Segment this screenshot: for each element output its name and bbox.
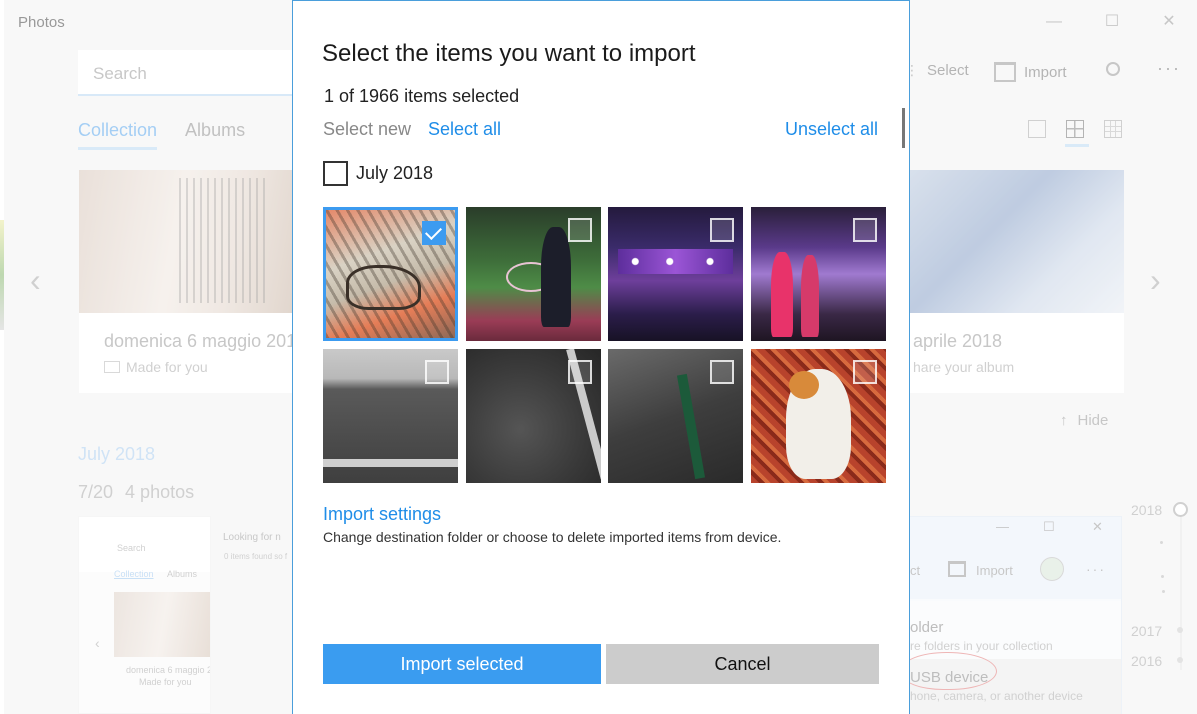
thumb-figure xyxy=(801,255,819,337)
select-new-link[interactable]: Select new xyxy=(323,119,411,140)
cancel-button[interactable]: Cancel xyxy=(606,644,879,684)
checkbox-icon[interactable] xyxy=(568,218,592,242)
thumb-figure xyxy=(323,459,458,467)
checkbox-icon[interactable] xyxy=(425,360,449,384)
selection-count: 1 of 1966 items selected xyxy=(324,86,520,106)
thumb-figure xyxy=(676,373,706,480)
thumb-parking-lot[interactable] xyxy=(323,349,458,483)
thumb-cat-on-rug[interactable] xyxy=(751,349,886,483)
checkmark-icon[interactable] xyxy=(422,221,446,245)
checkbox-icon[interactable] xyxy=(853,218,877,242)
thumb-rug-deer[interactable] xyxy=(323,207,458,341)
thumb-asphalt-patch[interactable] xyxy=(466,349,601,483)
thumb-figure xyxy=(541,227,571,327)
checkbox-icon[interactable] xyxy=(568,360,592,384)
group-label: July 2018 xyxy=(356,163,434,183)
select-all-link[interactable]: Select all xyxy=(428,119,501,140)
thumb-figure xyxy=(618,249,733,274)
thumb-concert-singers[interactable] xyxy=(751,207,886,341)
import-settings-link[interactable]: Import settings xyxy=(323,504,441,525)
thumb-figure xyxy=(789,371,819,399)
group-checkbox[interactable] xyxy=(323,161,348,186)
import-settings-description: Change destination folder or choose to d… xyxy=(323,529,782,545)
thumb-figure xyxy=(771,252,793,337)
thumb-green-post[interactable] xyxy=(608,349,743,483)
group-header[interactable]: July 2018 xyxy=(323,161,433,186)
dialog-title: Select the items you want to import xyxy=(322,40,696,67)
checkbox-icon[interactable] xyxy=(853,360,877,384)
checkbox-icon[interactable] xyxy=(710,360,734,384)
unselect-all-link[interactable]: Unselect all xyxy=(785,119,878,140)
import-dialog: Select the items you want to import 1 of… xyxy=(292,0,910,714)
import-selected-button[interactable]: Import selected xyxy=(323,644,601,684)
thumb-stage-dancer[interactable] xyxy=(466,207,601,341)
dialog-scrollbar[interactable] xyxy=(902,108,905,148)
thumb-figure xyxy=(346,265,421,310)
thumb-concert-band[interactable] xyxy=(608,207,743,341)
checkbox-icon[interactable] xyxy=(710,218,734,242)
